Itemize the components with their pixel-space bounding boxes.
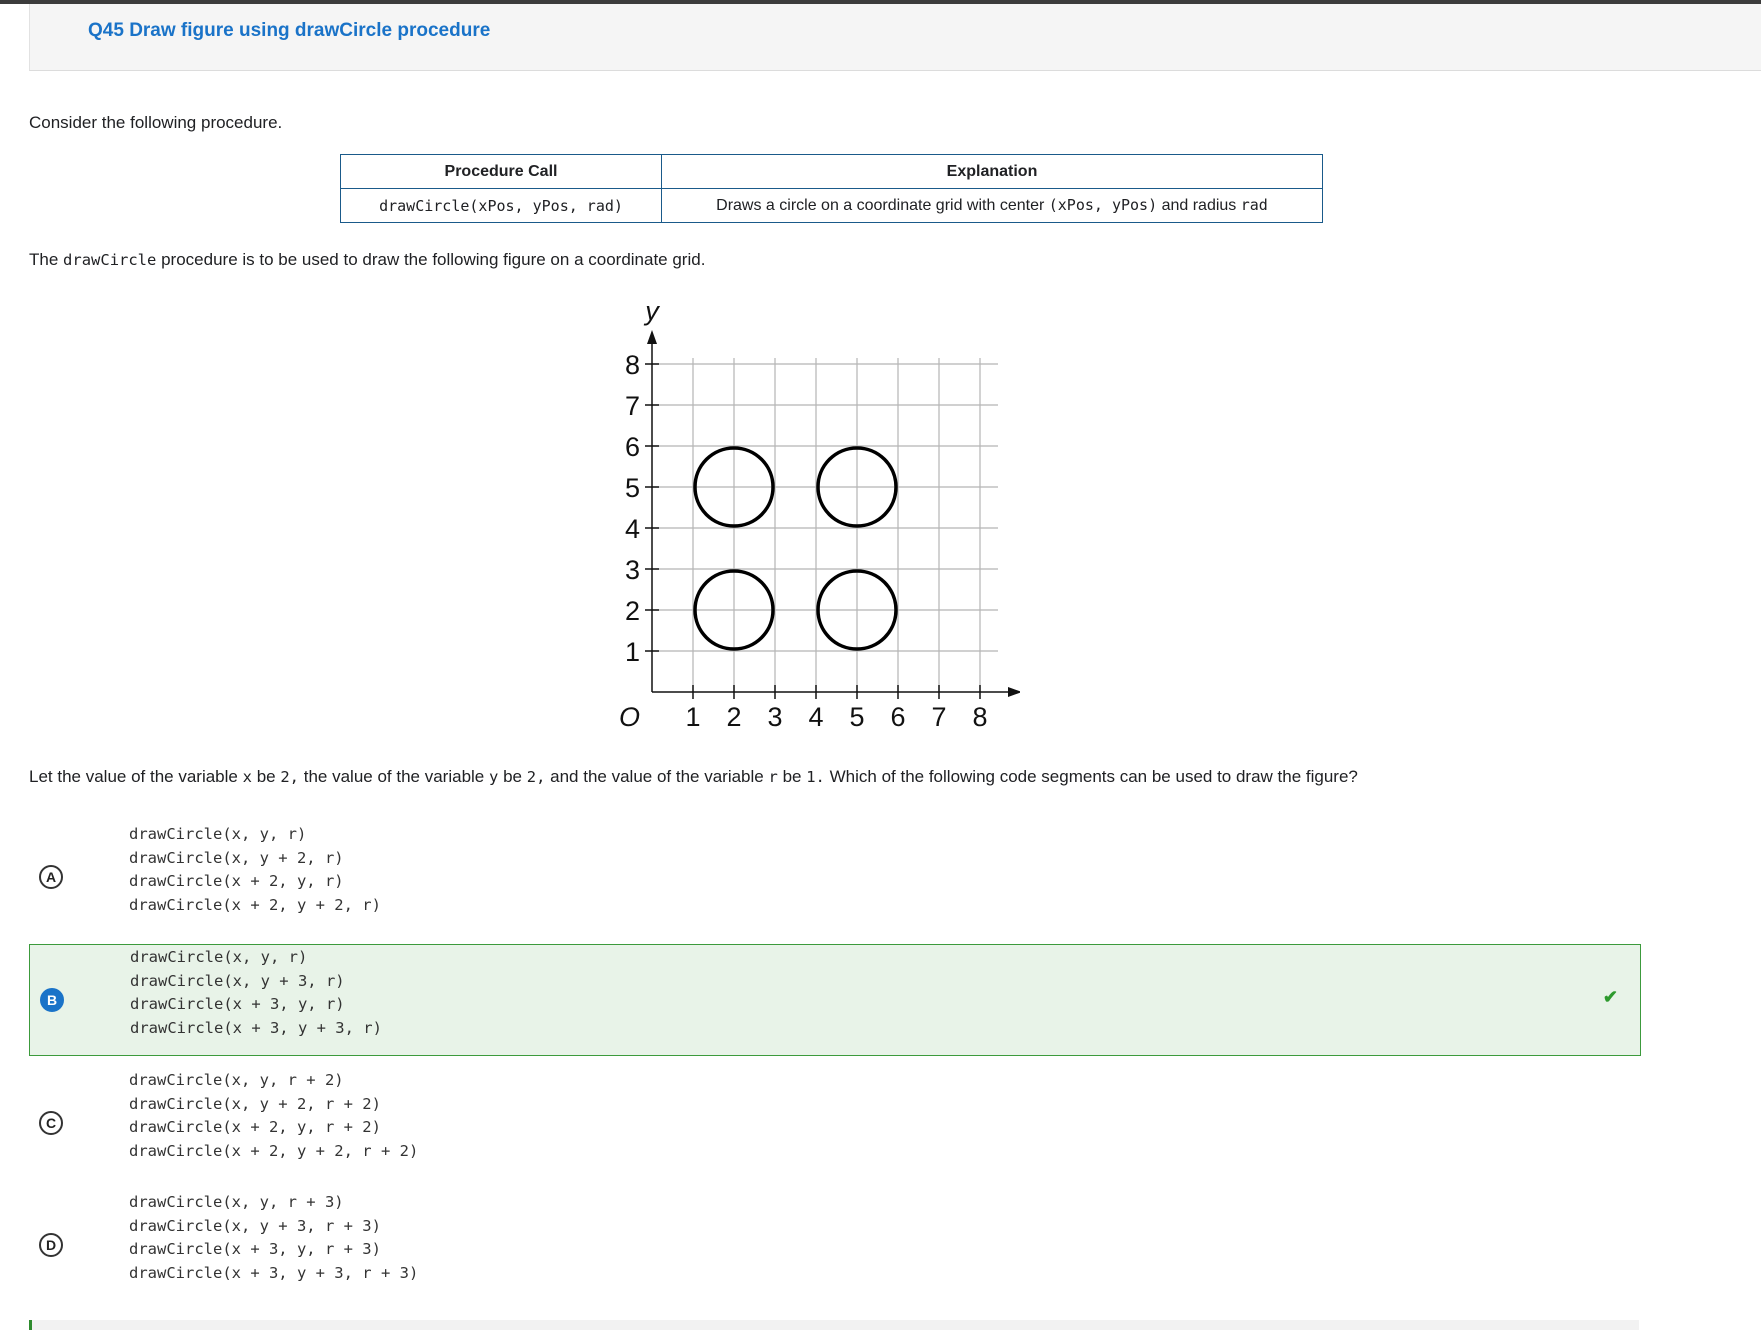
x-tick-label: 1	[685, 702, 700, 732]
option-a-radio[interactable]: A	[39, 865, 63, 889]
explanation-cell: Draws a circle on a coordinate grid with…	[661, 188, 1323, 223]
code-line: drawCircle(x + 3, y, r + 3)	[129, 1240, 381, 1258]
prompt-text: Which of the following code segments can…	[829, 767, 1358, 786]
y-tick-label: 5	[625, 473, 640, 503]
code-line: drawCircle(x + 2, y + 2, r)	[129, 895, 381, 914]
correct-check-icon: ✔	[1602, 987, 1618, 1007]
coordinate-grid-figure: 1234567812345678xyO	[619, 296, 1020, 732]
prompt-value: 1.	[806, 768, 825, 786]
answer-option-b[interactable]: B drawCircle(x, y, r) drawCircle(x, y + …	[29, 944, 1641, 1056]
question-title[interactable]: Q45 Draw figure using drawCircle procedu…	[88, 20, 490, 42]
prompt-var-x: x	[242, 768, 252, 786]
prompt-text: and the value of the variable	[550, 767, 764, 786]
code-line: drawCircle(x + 2, y + 2, r + 2)	[129, 1141, 419, 1160]
option-b-radio[interactable]: B	[40, 988, 64, 1012]
figure-sentence: The drawCircle procedure is to be used t…	[29, 250, 705, 270]
option-b-code: drawCircle(x, y, r) drawCircle(x, y + 3,…	[130, 946, 382, 1040]
answer-option-a[interactable]: A drawCircle(x, y, r) drawCircle(x, y + …	[29, 817, 1639, 919]
explanation-center: (xPos, yPos)	[1048, 196, 1158, 214]
option-c-code: drawCircle(x, y, r + 2) drawCircle(x, y …	[129, 1069, 418, 1163]
figure-sentence-pre: The	[29, 250, 59, 269]
prompt-text: be	[503, 767, 522, 786]
table-header-row: Procedure Call Explanation	[340, 154, 1323, 189]
option-d-radio[interactable]: D	[39, 1233, 63, 1257]
next-section-bar	[29, 1320, 1639, 1330]
x-tick-label: 8	[972, 702, 987, 732]
explanation-text: Draws a circle on a coordinate grid with…	[716, 197, 1045, 214]
intro-text: Consider the following procedure.	[29, 113, 283, 132]
x-tick-label: 4	[808, 702, 823, 732]
x-tick-label: 3	[767, 702, 782, 732]
figure-sentence-post: procedure is to be used to draw the foll…	[161, 250, 706, 269]
prompt-var-r: r	[768, 768, 778, 786]
prompt-value: 2,	[280, 768, 300, 786]
code-line: drawCircle(x, y + 2, r)	[129, 848, 344, 867]
y-tick-label: 4	[625, 514, 640, 544]
option-c-radio[interactable]: C	[39, 1111, 63, 1135]
y-tick-label: 7	[625, 391, 640, 421]
code-line: drawCircle(x + 3, y, r)	[130, 995, 345, 1013]
y-tick-label: 1	[625, 637, 640, 667]
y-tick-label: 2	[625, 596, 640, 626]
code-line: drawCircle(x, y + 2, r + 2)	[129, 1094, 381, 1113]
y-tick-label: 3	[625, 555, 640, 585]
y-axis-arrow	[647, 330, 657, 344]
code-line: drawCircle(x, y, r + 3)	[129, 1193, 344, 1211]
table-header-call: Procedure Call	[340, 154, 662, 189]
prompt-text: be	[782, 767, 802, 786]
code-line: drawCircle(x + 3, y + 3, r + 3)	[129, 1263, 419, 1282]
y-axis-label: y	[643, 296, 660, 326]
explanation-rad: rad	[1240, 196, 1268, 214]
option-d-code: drawCircle(x, y, r + 3) drawCircle(x, y …	[129, 1191, 418, 1285]
code-line: drawCircle(x + 2, y, r)	[129, 872, 344, 890]
x-tick-label: 6	[890, 702, 905, 732]
figure-sentence-code: drawCircle	[63, 251, 157, 269]
y-tick-label: 8	[625, 350, 640, 380]
answer-option-c[interactable]: C drawCircle(x, y, r + 2) drawCircle(x, …	[29, 1063, 1639, 1173]
code-line: drawCircle(x, y, r)	[130, 948, 308, 966]
answer-option-d[interactable]: D drawCircle(x, y, r + 3) drawCircle(x, …	[29, 1185, 1639, 1295]
prompt-var-y: y	[489, 768, 499, 786]
code-line: drawCircle(x, y, r)	[129, 825, 307, 843]
table-header-explanation: Explanation	[661, 154, 1323, 189]
next-section-marker	[29, 1320, 32, 1330]
prompt-text: the value of the variable	[303, 767, 485, 786]
option-a-code: drawCircle(x, y, r) drawCircle(x, y + 2,…	[129, 823, 381, 917]
origin-label: O	[619, 702, 640, 732]
table-row: drawCircle(xPos, yPos, rad) Draws a circ…	[340, 188, 1323, 223]
code-line: drawCircle(x + 2, y, r + 2)	[129, 1118, 381, 1136]
x-tick-label: 2	[726, 702, 741, 732]
x-tick-label: 7	[931, 702, 946, 732]
procedure-table: Procedure Call Explanation drawCircle(xP…	[340, 154, 1323, 223]
question-header: Q45 Draw figure using drawCircle procedu…	[29, 4, 1761, 71]
code-line: drawCircle(x + 3, y + 3, r)	[130, 1018, 382, 1037]
explanation-and: and radius	[1161, 197, 1237, 214]
prompt-value: 2,	[526, 768, 546, 786]
prompt-text: Let the value of the variable	[29, 767, 238, 786]
code-line: drawCircle(x, y + 3, r + 3)	[129, 1216, 381, 1235]
y-tick-label: 6	[625, 432, 640, 462]
procedure-call-cell: drawCircle(xPos, yPos, rad)	[340, 188, 662, 223]
prompt-text: be	[256, 767, 276, 786]
x-axis-arrow	[1008, 687, 1020, 697]
x-tick-label: 5	[849, 702, 864, 732]
code-line: drawCircle(x, y + 3, r)	[130, 971, 345, 990]
code-line: drawCircle(x, y, r + 2)	[129, 1071, 344, 1089]
question-prompt: Let the value of the variable x be 2, th…	[29, 767, 1358, 787]
